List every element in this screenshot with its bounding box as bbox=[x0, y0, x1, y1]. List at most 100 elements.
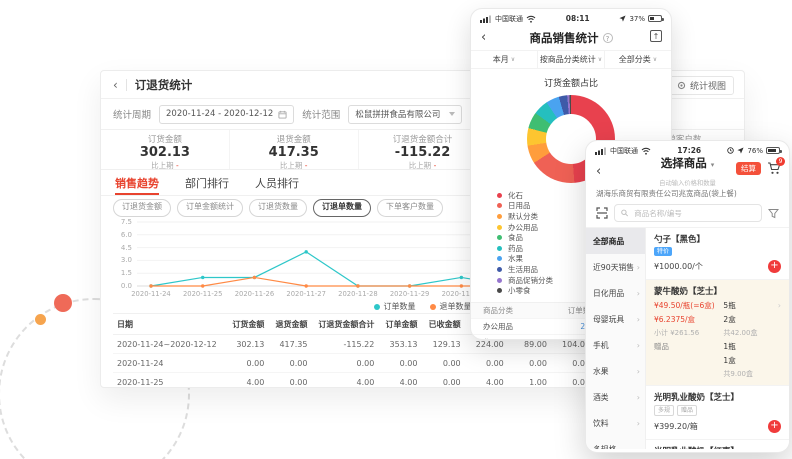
stat-card: 订退货金额合计-115.22比上期 - bbox=[359, 130, 488, 169]
sidebar-item-多规格[interactable]: 多规格 bbox=[586, 436, 645, 449]
chevron-down-icon: ∨ bbox=[598, 56, 602, 63]
metric-pill[interactable]: 下单客户数量 bbox=[377, 199, 443, 217]
share-icon[interactable]: ↑ bbox=[650, 30, 662, 42]
product-tag: 多规 bbox=[654, 405, 674, 416]
product-item[interactable]: 光明乳业酸奶【芝士】多规赠品¥399.20/箱+ bbox=[646, 386, 789, 440]
back-icon[interactable]: ‹ bbox=[113, 78, 118, 92]
product-item[interactable]: 蒙牛酸奶【芝士】¥49.50/瓶(=6盒)5瓶›¥6.2375/盒2盒小计 ¥2… bbox=[646, 280, 789, 386]
table-cell: 0.00 bbox=[421, 373, 464, 389]
search-icon bbox=[621, 209, 628, 217]
product-price: ¥1000.00/个 bbox=[654, 261, 768, 272]
table-cell: 0.00 bbox=[508, 354, 551, 373]
detail-quantity: 5瓶 bbox=[723, 300, 773, 311]
phone2-subtitle: 自动输入价格和数量 bbox=[659, 180, 716, 187]
phone1-filter-1[interactable]: 本月∨ bbox=[471, 51, 538, 68]
sidebar-item-母婴玩具[interactable]: 母婴玩具› bbox=[586, 306, 645, 332]
phone2-title: 选择商品 bbox=[661, 156, 707, 170]
legend-dot bbox=[497, 246, 502, 251]
product-item[interactable]: 光明乳业酸奶【红枣】多规赠品促销 bbox=[646, 440, 789, 449]
back-chevron-icon[interactable]: ‹ bbox=[596, 165, 601, 178]
stat-value: 417.35 bbox=[230, 145, 358, 160]
sidebar-item-近90天销售[interactable]: 近90天销售› bbox=[586, 254, 645, 280]
phone1-filter-3[interactable]: 全部分类∨ bbox=[605, 51, 671, 68]
product-tags: 特价 bbox=[654, 247, 781, 256]
column-header: 订退货金额合计 bbox=[311, 314, 378, 335]
column-header: 订货金额 bbox=[225, 314, 268, 335]
sidebar-item-label: 酒类 bbox=[593, 392, 609, 403]
table-cell: 129.13 bbox=[421, 335, 464, 354]
cart-button[interactable]: 9 bbox=[767, 162, 781, 175]
stat-value: -115.22 bbox=[359, 145, 487, 160]
data-point bbox=[253, 276, 256, 279]
battery-percent-label: 76% bbox=[747, 147, 763, 155]
chevron-down-icon bbox=[449, 112, 455, 116]
detail-quantity: 2盒 bbox=[723, 314, 773, 325]
add-product-button[interactable]: + bbox=[768, 420, 781, 433]
wifi-icon bbox=[641, 147, 651, 155]
scope-value: 松鼠拼拼食品有限公司 bbox=[355, 108, 440, 120]
product-detail-row: ¥6.2375/盒2盒 bbox=[654, 314, 781, 325]
product-detail-row: 共9.00盒 bbox=[654, 369, 781, 379]
add-product-button[interactable]: + bbox=[768, 260, 781, 273]
carrier-label: 中国联通 bbox=[495, 14, 523, 24]
product-item[interactable]: 勺子【黑色】特价¥1000.00/个+ bbox=[646, 228, 789, 280]
metric-pill[interactable]: 订单金额统计 bbox=[177, 199, 243, 217]
data-point bbox=[201, 284, 204, 287]
data-point bbox=[460, 276, 463, 279]
battery-icon bbox=[648, 15, 662, 22]
table-cell: 302.13 bbox=[225, 335, 268, 354]
sidebar-item-饮料[interactable]: 饮料› bbox=[586, 410, 645, 436]
tab-人员排行[interactable]: 人员排行 bbox=[255, 170, 299, 195]
detail-left: ¥49.50/瓶(=6盒) bbox=[654, 300, 723, 311]
help-icon[interactable]: ? bbox=[603, 33, 613, 43]
phone1-filter-2[interactable]: 按商品分类统计∨ bbox=[538, 51, 605, 68]
sidebar-item-label: 全部商品 bbox=[593, 236, 624, 247]
column-header: 订单金额 bbox=[378, 314, 421, 335]
stat-card: 退货金额417.35比上期 - bbox=[230, 130, 359, 169]
filter-funnel-icon[interactable] bbox=[768, 208, 779, 219]
sidebar-item-label: 手机 bbox=[593, 340, 609, 351]
clock-label: 08:11 bbox=[566, 14, 590, 23]
table-cell: 0.00 bbox=[225, 354, 268, 373]
product-name: 光明乳业酸奶【红枣】 bbox=[654, 445, 781, 449]
battery-icon bbox=[766, 147, 780, 154]
detail-left: 赠品 bbox=[654, 341, 723, 352]
phone2-title-wrap[interactable]: 选择商品 ▾ 自动输入价格和数量 bbox=[659, 153, 716, 188]
y-tick-label: 1.5 bbox=[121, 269, 132, 277]
scope-select[interactable]: 松鼠拼拼食品有限公司 bbox=[348, 105, 462, 124]
tab-销售趋势[interactable]: 销售趋势 bbox=[115, 170, 159, 195]
stat-label: 订退货金额合计 bbox=[359, 133, 487, 145]
stat-compare: 比上期 - bbox=[359, 160, 487, 171]
sidebar-item-全部商品[interactable]: 全部商品 bbox=[586, 228, 645, 254]
legend-dot bbox=[497, 235, 502, 240]
sidebar-item-日化用品[interactable]: 日化用品› bbox=[586, 280, 645, 306]
period-input[interactable]: 2020-11-24 - 2020-12-12 bbox=[159, 105, 294, 124]
sidebar-item-酒类[interactable]: 酒类› bbox=[586, 384, 645, 410]
sidebar-item-label: 饮料 bbox=[593, 418, 609, 429]
y-tick-label: 0.0 bbox=[121, 282, 132, 290]
product-detail-row: 小计 ¥261.56共42.00盒 bbox=[654, 328, 781, 338]
search-input[interactable] bbox=[632, 208, 755, 219]
x-tick-label: 2020-11-25 bbox=[180, 290, 226, 298]
detail-left: 小计 ¥261.56 bbox=[654, 328, 723, 338]
table-cell: 0.00 bbox=[465, 354, 508, 373]
chevron-right-icon[interactable]: › bbox=[773, 301, 781, 310]
tab-部门排行[interactable]: 部门排行 bbox=[185, 170, 229, 195]
metric-pill[interactable]: 订退货金额 bbox=[113, 199, 171, 217]
sidebar-item-手机[interactable]: 手机› bbox=[586, 332, 645, 358]
scan-icon[interactable] bbox=[596, 207, 608, 219]
phone1-navbar: ‹ 商品销售统计 ? ↑ bbox=[471, 25, 671, 51]
statistics-view-button[interactable]: 统计视图 bbox=[669, 76, 734, 95]
back-chevron-icon[interactable]: ‹ bbox=[481, 31, 486, 44]
sidebar-item-label: 近90天销售 bbox=[593, 262, 634, 273]
checkout-button[interactable]: 结算 bbox=[736, 162, 761, 175]
product-tag: 赠品 bbox=[677, 405, 697, 416]
metric-pill[interactable]: 订退货数量 bbox=[249, 199, 307, 217]
metric-pill[interactable]: 订退单数量 bbox=[313, 199, 371, 217]
column-header: 已收金额 bbox=[421, 314, 464, 335]
sidebar-item-水果[interactable]: 水果› bbox=[586, 358, 645, 384]
table-cell: 353.13 bbox=[378, 335, 421, 354]
product-detail-row: 1盒 bbox=[654, 355, 781, 366]
alarm-icon bbox=[727, 147, 734, 154]
table-cell: 0.00 bbox=[378, 354, 421, 373]
